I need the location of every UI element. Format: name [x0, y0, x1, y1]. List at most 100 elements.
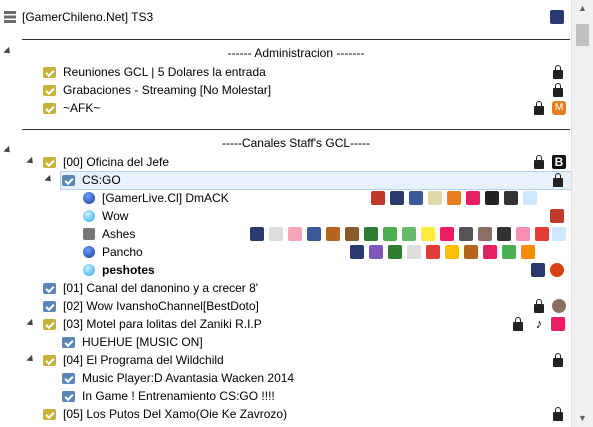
channel-ingame[interactable]: In Game ! Entrenamiento CS:GO !!!!	[0, 387, 571, 405]
channel-tree[interactable]: [GamerChileno.Net] TS3 ------ Administra…	[0, 0, 571, 427]
client-wow[interactable]: Wow	[0, 207, 571, 225]
scrollbar-thumb[interactable]	[576, 24, 589, 46]
vertical-scrollbar[interactable]: ▲ ▼	[571, 0, 593, 427]
client-label: Ashes	[102, 227, 136, 241]
scroll-down-icon[interactable]: ▼	[572, 410, 593, 427]
server-row[interactable]: [GamerChileno.Net] TS3	[0, 8, 571, 26]
channel-icon	[62, 175, 75, 186]
client-status-icon	[83, 264, 95, 276]
client-dmack[interactable]: [GamerLive.Cl] DmACK	[0, 189, 571, 207]
ribbon-icon	[516, 227, 530, 241]
channel-label: [03] Motel para lolitas del Zaniki R.I.P	[63, 317, 262, 331]
channel-label: [04] El Programa del Wildchild	[63, 353, 224, 367]
client-status-icon	[83, 192, 95, 204]
channel-label: Reuniones GCL | 5 Dolares la entrada	[63, 65, 266, 79]
rainbow-heart-icon	[466, 191, 480, 205]
spacer-admin[interactable]: ------ Administracion -------	[22, 44, 570, 62]
guitar-icon	[478, 227, 492, 241]
channel-programa[interactable]: [04] El Programa del Wildchild	[0, 351, 571, 369]
channel-label: CS:GO	[82, 173, 121, 187]
channel-oficina[interactable]: [00] Oficina del Jefe B	[0, 153, 571, 171]
turtle-icon	[502, 245, 516, 259]
client-pancho[interactable]: Pancho	[0, 243, 571, 261]
channel-grabaciones[interactable]: Grabaciones - Streaming [No Molestar]	[0, 81, 571, 99]
diamond-icon	[523, 191, 537, 205]
spacer-staff[interactable]: -----Canales Staff's GCL-----	[22, 134, 570, 152]
channel-label: In Game ! Entrenamiento CS:GO !!!!	[82, 389, 275, 403]
scroll-up-icon[interactable]: ▲	[572, 0, 593, 17]
channel-label: [02] Wow IvanshoChannel[BestDoto]	[63, 299, 259, 313]
avatar-icon	[531, 263, 545, 277]
steam-icon	[497, 227, 511, 241]
channel-icon	[43, 103, 56, 114]
gnome-icon	[364, 227, 378, 241]
channel-label: ~AFK~	[63, 101, 101, 115]
channel-huehue[interactable]: HUEHUE [MUSIC ON]	[0, 333, 571, 351]
bear-icon	[464, 245, 478, 259]
channel-label: [01] Canal del danonino y a crecer 8'	[63, 281, 259, 295]
star-icon	[426, 245, 440, 259]
channel-icon	[43, 355, 56, 366]
shield-icon	[550, 209, 564, 223]
pikachu-icon	[445, 245, 459, 259]
expand-arrow-icon[interactable]	[3, 46, 13, 57]
client-label: Pancho	[102, 245, 143, 259]
channel-wow[interactable]: [02] Wow IvanshoChannel[BestDoto]	[0, 297, 571, 315]
channel-csgo[interactable]: CS:GO	[0, 171, 571, 189]
rainbow-heart-icon	[551, 317, 565, 331]
channel-putos[interactable]: [05] Los Putos Del Xamo(Oie Ke Zavrozo)	[0, 405, 571, 423]
poop-icon	[345, 227, 359, 241]
channel-reuniones[interactable]: Reuniones GCL | 5 Dolares la entrada	[0, 63, 571, 81]
channel-motel[interactable]: [03] Motel para lolitas del Zaniki R.I.P…	[0, 315, 571, 333]
channel-danonino[interactable]: [01] Canal del danonino y a crecer 8'	[0, 279, 571, 297]
channel-label: [05] Los Putos Del Xamo(Oie Ke Zavrozo)	[63, 407, 288, 421]
expand-arrow-icon[interactable]	[44, 174, 54, 185]
turtle-icon	[402, 227, 416, 241]
server-name: [GamerChileno.Net] TS3	[22, 10, 154, 24]
spacer-line	[22, 39, 570, 40]
channel-icon	[43, 67, 56, 78]
robot-icon	[459, 227, 473, 241]
bear-icon	[326, 227, 340, 241]
channel-label: Grabaciones - Streaming [No Molestar]	[63, 83, 272, 97]
pinkie-icon	[440, 227, 454, 241]
expand-arrow-icon[interactable]	[26, 354, 36, 365]
music-note-icon: ♪	[535, 316, 543, 331]
spacer-staff-label: -----Canales Staff's GCL-----	[221, 136, 371, 150]
client-label: peshotes	[102, 263, 155, 277]
channel-label: [00] Oficina del Jefe	[63, 155, 170, 169]
moderator-icon: M	[552, 101, 566, 115]
lock-icon	[553, 173, 563, 187]
fire-icon	[447, 191, 461, 205]
channel-afk[interactable]: ~AFK~ M	[0, 99, 571, 117]
shield-icon	[371, 191, 385, 205]
letter-b-icon: B	[552, 155, 566, 169]
expand-arrow-icon[interactable]	[26, 318, 36, 329]
lock-icon	[553, 83, 563, 97]
client-status-icon	[83, 210, 95, 222]
lock-icon	[534, 155, 544, 169]
server-icon	[3, 10, 17, 24]
channel-musicplayer[interactable]: Music Player:D Avantasia Wacken 2014	[0, 369, 571, 387]
client-label: Wow	[102, 209, 129, 223]
muted-icon	[83, 228, 95, 240]
lock-icon	[534, 299, 544, 313]
client-ashes[interactable]: Ashes	[0, 225, 571, 243]
pirate-icon	[485, 191, 499, 205]
channel-icon	[43, 283, 56, 294]
spacer-admin-label: ------ Administracion -------	[227, 46, 365, 60]
client-peshotes[interactable]: peshotes	[0, 261, 571, 279]
diamond-icon	[552, 227, 566, 241]
client-label: [GamerLive.Cl] DmACK	[102, 191, 229, 205]
turtle-icon	[383, 227, 397, 241]
expand-arrow-icon[interactable]	[26, 156, 36, 167]
avatar-icon	[390, 191, 404, 205]
lock-icon	[534, 101, 544, 115]
channel-label: HUEHUE [MUSIC ON]	[82, 335, 203, 349]
star-icon	[369, 245, 383, 259]
lock-icon	[553, 65, 563, 79]
facebook-icon	[409, 191, 423, 205]
client-status-icon	[83, 246, 95, 258]
avatar-icon	[250, 227, 264, 241]
channel-icon	[43, 157, 56, 168]
